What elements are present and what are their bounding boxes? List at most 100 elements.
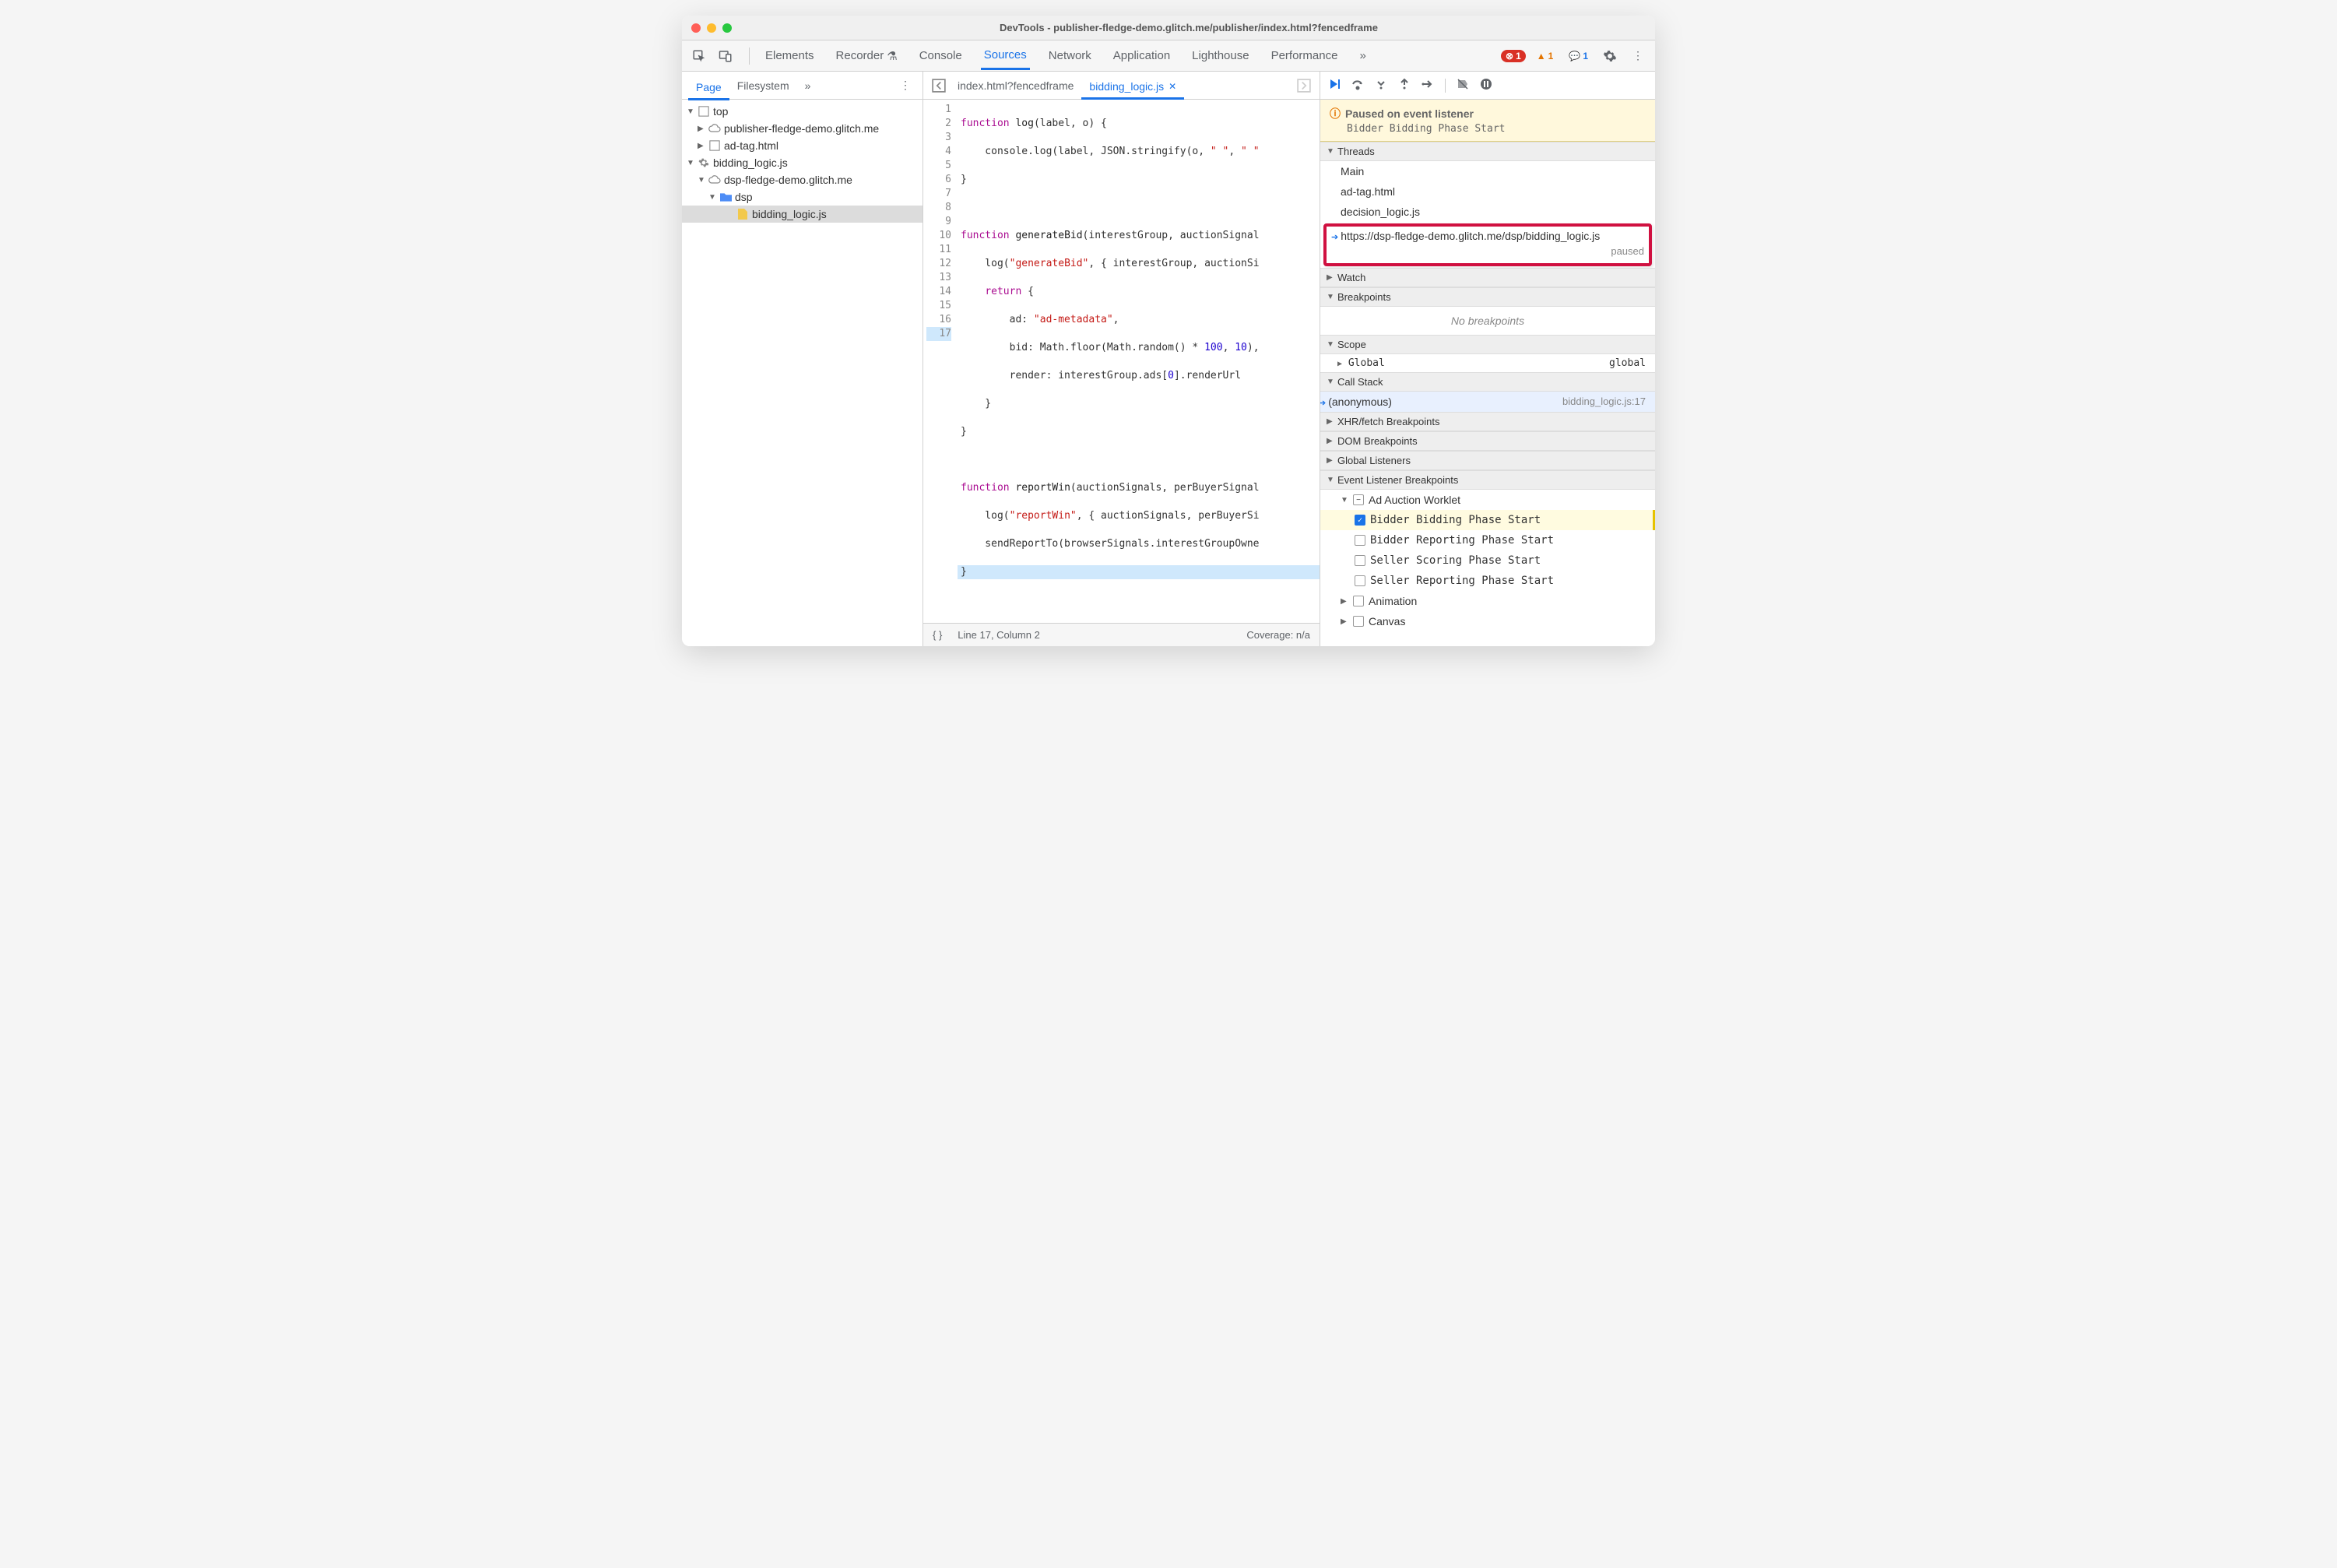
- step-icon[interactable]: [1422, 78, 1434, 93]
- checkbox-icon[interactable]: [1355, 535, 1365, 546]
- main-panel: Page Filesystem » ⋮ ▼top ▶publisher-fled…: [682, 72, 1655, 646]
- tree-domain-2[interactable]: ▼dsp-fledge-demo.glitch.me: [682, 171, 922, 188]
- nav-tab-page[interactable]: Page: [688, 76, 729, 100]
- checkbox-icon[interactable]: [1355, 575, 1365, 586]
- more-menu-icon[interactable]: ⋮: [1627, 45, 1649, 67]
- evbp-animation[interactable]: ▶Animation: [1320, 591, 1655, 611]
- current-arrow-icon: ➔: [1320, 399, 1326, 408]
- section-threads[interactable]: ▼Threads: [1320, 142, 1655, 161]
- messages-badge[interactable]: 💬1: [1564, 50, 1593, 62]
- checkbox-indeterminate-icon[interactable]: −: [1353, 494, 1364, 505]
- tree-domain-1[interactable]: ▶publisher-fledge-demo.glitch.me: [682, 120, 922, 137]
- step-into-icon[interactable]: [1375, 78, 1387, 93]
- tree-top[interactable]: ▼top: [682, 103, 922, 120]
- section-event-listener-bp[interactable]: ▼Event Listener Breakpoints: [1320, 470, 1655, 490]
- checkbox-checked-icon[interactable]: ✓: [1355, 515, 1365, 526]
- current-arrow-icon: ➔: [1331, 233, 1338, 242]
- frame-icon: [708, 139, 721, 152]
- maximize-window-button[interactable]: [722, 23, 732, 33]
- cursor-position: Line 17, Column 2: [958, 629, 1040, 641]
- flask-icon: ⚗: [887, 49, 897, 63]
- gear-icon: [698, 156, 710, 169]
- editor-statusbar: { } Line 17, Column 2 Coverage: n/a: [923, 623, 1320, 646]
- code-editor[interactable]: 1234567891011121314151617 function log(l…: [923, 100, 1320, 623]
- checkbox-icon[interactable]: [1353, 596, 1364, 606]
- thread-highlighted[interactable]: ➔https://dsp-fledge-demo.glitch.me/dsp/b…: [1323, 223, 1652, 266]
- tab-elements[interactable]: Elements: [762, 42, 817, 69]
- navigator-panel: Page Filesystem » ⋮ ▼top ▶publisher-fled…: [682, 72, 923, 646]
- evbp-seller-scoring[interactable]: Seller Scoring Phase Start: [1320, 550, 1655, 571]
- tab-sources[interactable]: Sources: [981, 42, 1030, 70]
- thread-main[interactable]: Main: [1320, 161, 1655, 181]
- evbp-seller-reporting[interactable]: Seller Reporting Phase Start: [1320, 571, 1655, 591]
- close-tab-icon[interactable]: ✕: [1168, 81, 1176, 92]
- tab-lighthouse[interactable]: Lighthouse: [1189, 42, 1252, 69]
- panel-tabs: Elements Recorder ⚗ Console Sources Netw…: [762, 42, 1501, 69]
- paused-banner: ⓘPaused on event listener Bidder Bidding…: [1320, 100, 1655, 142]
- frame-icon: [698, 105, 710, 118]
- editor-tab-bidding[interactable]: bidding_logic.js✕: [1081, 76, 1184, 100]
- settings-icon[interactable]: [1599, 45, 1621, 67]
- checkbox-icon[interactable]: [1355, 555, 1365, 566]
- section-xhr[interactable]: ▶XHR/fetch Breakpoints: [1320, 412, 1655, 431]
- devtools-window: DevTools - publisher-fledge-demo.glitch.…: [682, 16, 1655, 646]
- section-callstack[interactable]: ▼Call Stack: [1320, 372, 1655, 392]
- step-over-icon[interactable]: [1351, 78, 1364, 93]
- inspect-element-icon[interactable]: [688, 45, 710, 67]
- no-breakpoints-text: No breakpoints: [1320, 307, 1655, 335]
- editor-tab-index[interactable]: index.html?fencedframe: [950, 75, 1081, 97]
- tab-performance[interactable]: Performance: [1268, 42, 1341, 69]
- resume-icon[interactable]: [1328, 78, 1341, 93]
- nav-more-icon[interactable]: »: [797, 75, 819, 97]
- tree-dsp-folder[interactable]: ▼dsp: [682, 188, 922, 206]
- deactivate-breakpoints-icon[interactable]: [1457, 78, 1469, 93]
- section-scope[interactable]: ▼Scope: [1320, 335, 1655, 354]
- tab-history-back-icon[interactable]: [928, 75, 950, 97]
- device-toolbar-icon[interactable]: [715, 45, 736, 67]
- tab-history-forward-icon[interactable]: [1293, 75, 1315, 97]
- nav-tab-filesystem[interactable]: Filesystem: [729, 75, 797, 97]
- evbp-bidder-bidding[interactable]: ✓Bidder Bidding Phase Start: [1320, 510, 1655, 530]
- cloud-icon: [708, 174, 721, 186]
- evbp-ad-auction[interactable]: ▼−Ad Auction Worklet: [1320, 490, 1655, 510]
- nav-menu-icon[interactable]: ⋮: [894, 75, 916, 97]
- debugger-sections: ▼Threads Main ad-tag.html decision_logic…: [1320, 142, 1655, 646]
- more-tabs-icon[interactable]: »: [1356, 42, 1369, 69]
- checkbox-icon[interactable]: [1353, 616, 1364, 627]
- evbp-canvas[interactable]: ▶Canvas: [1320, 611, 1655, 631]
- debugger-panel: ⓘPaused on event listener Bidder Bidding…: [1320, 72, 1655, 646]
- tab-console[interactable]: Console: [916, 42, 965, 69]
- callstack-frame[interactable]: ➔(anonymous)bidding_logic.js:17: [1320, 392, 1655, 412]
- minimize-window-button[interactable]: [707, 23, 716, 33]
- warning-icon: ▲: [1537, 51, 1546, 62]
- thread-decision[interactable]: decision_logic.js: [1320, 202, 1655, 222]
- section-global-listeners[interactable]: ▶Global Listeners: [1320, 451, 1655, 470]
- tree-adtag[interactable]: ▶ad-tag.html: [682, 137, 922, 154]
- debugger-toolbar: [1320, 72, 1655, 100]
- tree-bidding[interactable]: ▼bidding_logic.js: [682, 154, 922, 171]
- close-window-button[interactable]: [691, 23, 701, 33]
- tab-application[interactable]: Application: [1110, 42, 1173, 69]
- tab-network[interactable]: Network: [1046, 42, 1095, 69]
- scope-global[interactable]: ▶ Globalglobal: [1320, 354, 1655, 372]
- evbp-bidder-reporting[interactable]: Bidder Reporting Phase Start: [1320, 530, 1655, 550]
- navigator-tabs: Page Filesystem » ⋮: [682, 72, 922, 100]
- coverage-status: Coverage: n/a: [1246, 629, 1310, 641]
- pause-exceptions-icon[interactable]: [1480, 78, 1492, 93]
- section-dom[interactable]: ▶DOM Breakpoints: [1320, 431, 1655, 451]
- tab-recorder[interactable]: Recorder ⚗: [833, 42, 901, 69]
- section-breakpoints[interactable]: ▼Breakpoints: [1320, 287, 1655, 307]
- line-gutter: 1234567891011121314151617: [923, 100, 958, 623]
- js-file-icon: [736, 208, 749, 220]
- error-badge[interactable]: ⊗1: [1501, 50, 1526, 62]
- editor-panel: index.html?fencedframe bidding_logic.js✕…: [923, 72, 1320, 646]
- thread-adtag[interactable]: ad-tag.html: [1320, 181, 1655, 202]
- pretty-print-icon[interactable]: { }: [933, 629, 942, 641]
- code-content: function log(label, o) { console.log(lab…: [958, 100, 1320, 623]
- section-watch[interactable]: ▶Watch: [1320, 268, 1655, 287]
- step-out-icon[interactable]: [1398, 78, 1411, 93]
- main-toolbar: Elements Recorder ⚗ Console Sources Netw…: [682, 40, 1655, 72]
- tree-bidding-file[interactable]: bidding_logic.js: [682, 206, 922, 223]
- warning-badge[interactable]: ▲1: [1532, 50, 1559, 62]
- folder-icon: [719, 191, 732, 203]
